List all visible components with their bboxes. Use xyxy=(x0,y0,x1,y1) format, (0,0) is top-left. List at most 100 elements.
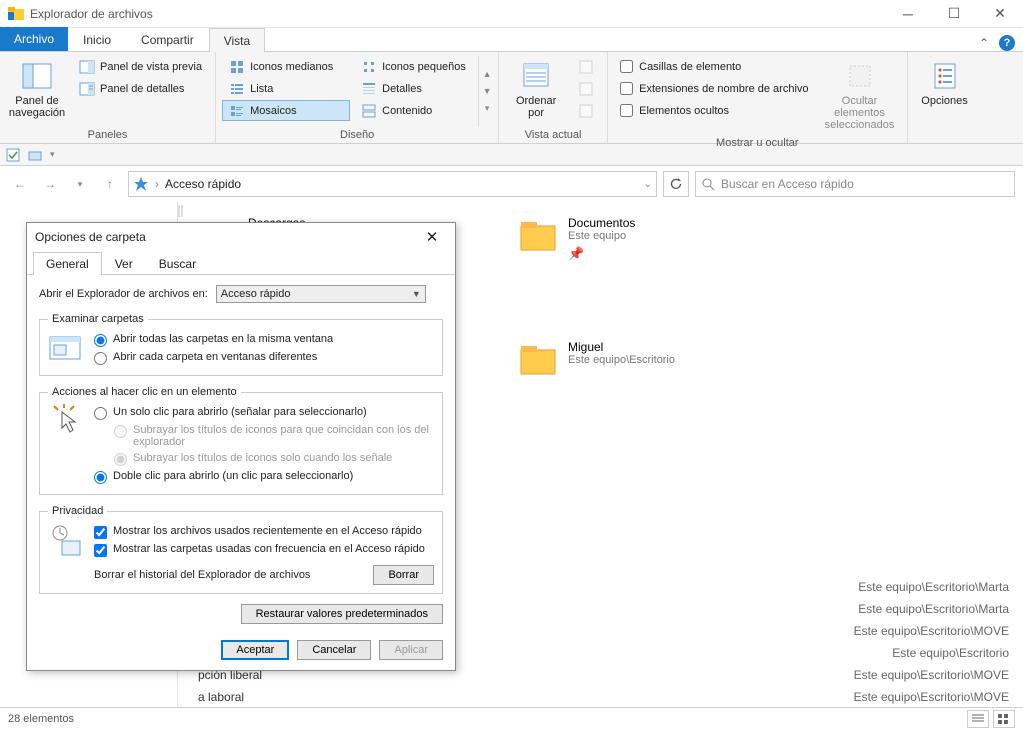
folder-name: Documentos xyxy=(568,216,635,230)
forward-button[interactable]: → xyxy=(38,172,62,196)
group-by-button xyxy=(571,56,601,77)
recent-file-path: Este equipo\Escritorio\Marta xyxy=(858,602,1009,616)
list-icon xyxy=(229,81,245,97)
ribbon-group-layout-label: Diseño xyxy=(222,127,492,141)
browse-new-window-radio[interactable]: Abrir cada carpeta en ventanas diferente… xyxy=(94,349,434,367)
hide-selected-button[interactable]: Ocultar elementos seleccionados xyxy=(819,56,901,135)
close-button[interactable]: ✕ xyxy=(977,0,1023,28)
open-in-select[interactable]: Acceso rápido ▼ xyxy=(216,285,426,303)
restore-defaults-button[interactable]: Restaurar valores predeterminados xyxy=(241,604,443,624)
show-recent-files-check[interactable]: Mostrar los archivos usados recientement… xyxy=(94,523,434,541)
address-location: Acceso rápido xyxy=(165,177,241,191)
browse-folders-group: Examinar carpetas Abrir todas las carpet… xyxy=(39,313,443,376)
status-count: 28 elementos xyxy=(8,713,74,725)
address-dropdown-icon[interactable]: ⌄ xyxy=(644,179,652,190)
search-box[interactable]: Buscar en Acceso rápido xyxy=(695,171,1015,197)
dialog-close-button[interactable]: ✕ xyxy=(417,226,447,248)
dialog-tab-general[interactable]: General xyxy=(33,252,102,275)
dialog-title: Opciones de carpeta xyxy=(35,230,146,244)
clear-history-button[interactable]: Borrar xyxy=(373,565,434,585)
view-details[interactable]: Detalles xyxy=(354,78,474,99)
cancel-button[interactable]: Cancelar xyxy=(297,640,371,660)
view-tab[interactable]: Vista xyxy=(209,28,265,52)
ribbon-group-layout: Iconos medianos Lista Mosaicos Iconos pe… xyxy=(216,52,499,143)
show-frequent-folders-check[interactable]: Mostrar las carpetas usadas con frecuenc… xyxy=(94,541,434,559)
home-tab[interactable]: Inicio xyxy=(68,27,126,51)
ribbon-group-panels: Panel de navegación Panel de vista previ… xyxy=(0,52,216,143)
folder-item[interactable]: DocumentosEste equipo📌 xyxy=(518,216,778,262)
dialog-tab-search[interactable]: Buscar xyxy=(146,252,209,275)
view-tiles[interactable]: Mosaicos xyxy=(222,100,350,121)
double-click-radio[interactable]: Doble clic para abrirlo (un clic para se… xyxy=(94,468,434,486)
privacy-icon xyxy=(48,523,84,559)
history-dropdown[interactable]: ▾ xyxy=(68,172,92,196)
ribbon-group-show-hide-label: Mostrar u ocultar xyxy=(614,135,900,149)
folder-location: Este equipo xyxy=(568,230,635,242)
ribbon-group-show-hide: Casillas de elemento Extensiones de nomb… xyxy=(608,52,907,143)
layout-scroll-down[interactable]: ▼ xyxy=(483,86,492,96)
chevron-right-icon: › xyxy=(155,177,159,191)
file-extensions-toggle[interactable]: Extensiones de nombre de archivo xyxy=(614,78,814,99)
preview-pane-icon xyxy=(79,59,95,75)
single-click-radio[interactable]: Un solo clic para abrirlo (señalar para … xyxy=(94,404,434,422)
nav-row: ← → ▾ ↑ › Acceso rápido ⌄ Buscar en Acce… xyxy=(0,166,1023,202)
refresh-button[interactable] xyxy=(663,171,689,197)
sort-icon xyxy=(520,60,552,92)
maximize-button[interactable]: ☐ xyxy=(931,0,977,28)
view-list[interactable]: Lista xyxy=(222,78,350,99)
browse-same-window-radio[interactable]: Abrir todas las carpetas en la misma ven… xyxy=(94,331,434,349)
recent-file-path: Este equipo\Escritorio\MOVE xyxy=(854,690,1009,704)
back-button[interactable]: ← xyxy=(8,172,32,196)
view-content[interactable]: Contenido xyxy=(354,100,474,121)
options-button[interactable]: Opciones xyxy=(914,56,976,127)
browse-folders-icon xyxy=(48,331,84,367)
underline-hover-radio: Subrayar los títulos de iconos solo cuan… xyxy=(114,450,434,468)
preview-pane-button[interactable]: Panel de vista previa xyxy=(72,56,209,77)
folder-icon xyxy=(518,216,558,256)
ok-button[interactable]: Aceptar xyxy=(221,640,289,660)
dialog-tab-view[interactable]: Ver xyxy=(102,252,146,275)
sort-by-button[interactable]: Ordenar por xyxy=(505,56,567,127)
nav-pane-button[interactable]: Panel de navegación xyxy=(6,56,68,127)
details-pane-button[interactable]: Panel de detalles xyxy=(72,78,209,99)
view-small-icons[interactable]: Iconos pequeños xyxy=(354,56,474,77)
layout-more[interactable]: ▾ xyxy=(485,103,490,114)
recent-file-path: Este equipo\Escritorio\MOVE xyxy=(854,624,1009,638)
layout-scroll-up[interactable]: ▲ xyxy=(483,69,492,79)
qa-dropdown-icon[interactable]: ▾ xyxy=(50,149,55,160)
details-view-button[interactable] xyxy=(967,710,989,728)
file-tab[interactable]: Archivo xyxy=(0,27,68,51)
underline-browser-radio: Subrayar los títulos de iconos para que … xyxy=(114,422,434,450)
collapse-ribbon-icon[interactable]: ⌃ xyxy=(979,36,989,50)
recent-file-row[interactable]: a laboralEste equipo\Escritorio\MOVE xyxy=(198,686,1009,708)
address-bar[interactable]: › Acceso rápido ⌄ xyxy=(128,171,657,197)
minimize-button[interactable]: ─ xyxy=(885,0,931,28)
up-button[interactable]: ↑ xyxy=(98,172,122,196)
folder-icon xyxy=(518,340,558,380)
hide-selected-icon xyxy=(844,60,876,92)
qa-checkbox-icon[interactable] xyxy=(6,148,20,162)
item-checkboxes-toggle[interactable]: Casillas de elemento xyxy=(614,56,814,77)
help-icon[interactable]: ? xyxy=(999,35,1015,51)
folder-item[interactable]: MiguelEste equipo\Escritorio xyxy=(518,340,778,380)
tiles-icon xyxy=(229,103,245,119)
icons-view-button[interactable] xyxy=(993,710,1015,728)
qa-folder-icon[interactable] xyxy=(28,148,42,162)
share-tab[interactable]: Compartir xyxy=(126,27,209,51)
app-icon xyxy=(8,6,24,22)
view-medium-icons[interactable]: Iconos medianos xyxy=(222,56,350,77)
ribbon-group-options: Opciones xyxy=(908,52,982,143)
open-in-label: Abrir el Explorador de archivos en: xyxy=(39,288,208,300)
clear-history-label: Borrar el historial del Explorador de ar… xyxy=(94,569,310,581)
add-columns-button xyxy=(571,78,601,99)
privacy-group: Privacidad Mostrar los archivos usados r… xyxy=(39,505,443,594)
status-bar: 28 elementos xyxy=(0,707,1023,729)
recent-file-path: Este equipo\Escritorio\MOVE xyxy=(854,668,1009,682)
nav-pane-label: Panel de navegación xyxy=(9,95,65,119)
nav-pane-icon xyxy=(21,60,53,92)
click-actions-group: Acciones al hacer clic en un elemento Un… xyxy=(39,386,443,495)
hidden-items-toggle[interactable]: Elementos ocultos xyxy=(614,100,814,121)
window-title: Explorador de archivos xyxy=(30,7,885,21)
chevron-down-icon: ▼ xyxy=(412,289,421,299)
ribbon-group-current-view: Ordenar por Vista actual xyxy=(499,52,608,143)
